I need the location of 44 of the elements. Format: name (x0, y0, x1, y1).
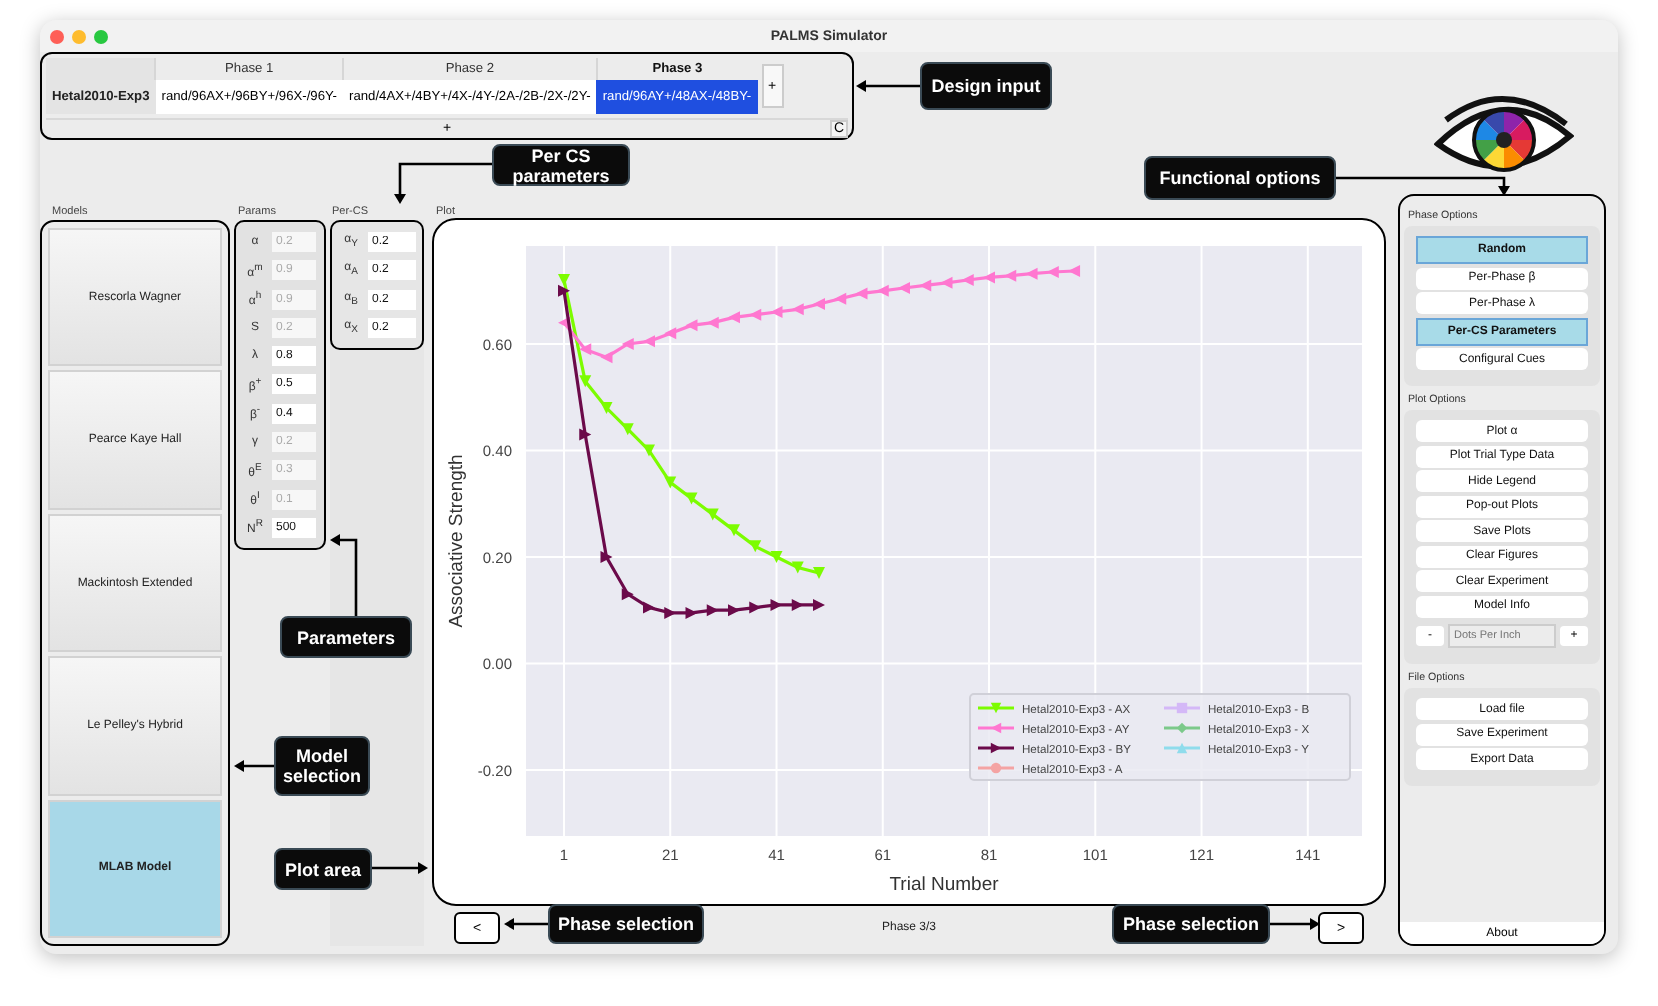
point (727, 523, 739, 536)
point (663, 326, 676, 339)
point (578, 342, 591, 355)
zoom-button[interactable] (94, 29, 108, 43)
legend-swatch (977, 741, 1013, 753)
point (748, 539, 761, 552)
point (578, 374, 591, 387)
point (727, 603, 739, 616)
leader-arrow (372, 862, 428, 874)
point (727, 310, 739, 323)
callout-label: Model selection (274, 736, 370, 796)
x-axis-label: Trial Number (888, 873, 998, 895)
callout-label: Parameters (280, 616, 412, 658)
legend-swatch (1163, 721, 1199, 733)
leader-arrow (394, 162, 492, 204)
leader-arrow (330, 534, 358, 616)
callout-label: Design input (920, 62, 1052, 110)
callout-label: Phase selection (548, 904, 704, 944)
legend-swatch (977, 761, 1013, 773)
minimize-button[interactable] (72, 29, 86, 43)
close-button[interactable] (50, 29, 64, 43)
point (748, 600, 761, 613)
point (812, 297, 825, 310)
point (705, 603, 718, 616)
callout-label: Per CS parameters (492, 144, 630, 186)
point (620, 587, 633, 600)
point (833, 291, 846, 304)
point (642, 600, 654, 613)
leader-arrow (504, 918, 548, 930)
callout-label: Functional options (1144, 156, 1336, 200)
callout-label: Plot area (274, 848, 372, 890)
callout-label: Phase selection (1112, 904, 1270, 944)
point (578, 427, 591, 440)
leader-arrow (1270, 918, 1320, 930)
legend-swatch (977, 721, 1013, 733)
legend-swatch (1163, 701, 1199, 713)
y-axis-label: Associative Strength (445, 453, 467, 627)
point (684, 318, 697, 331)
leader-arrow (234, 760, 274, 772)
legend-swatch (1163, 741, 1199, 753)
point (790, 560, 803, 573)
legend-swatch (977, 701, 1013, 713)
point (663, 475, 676, 488)
point (599, 350, 612, 363)
